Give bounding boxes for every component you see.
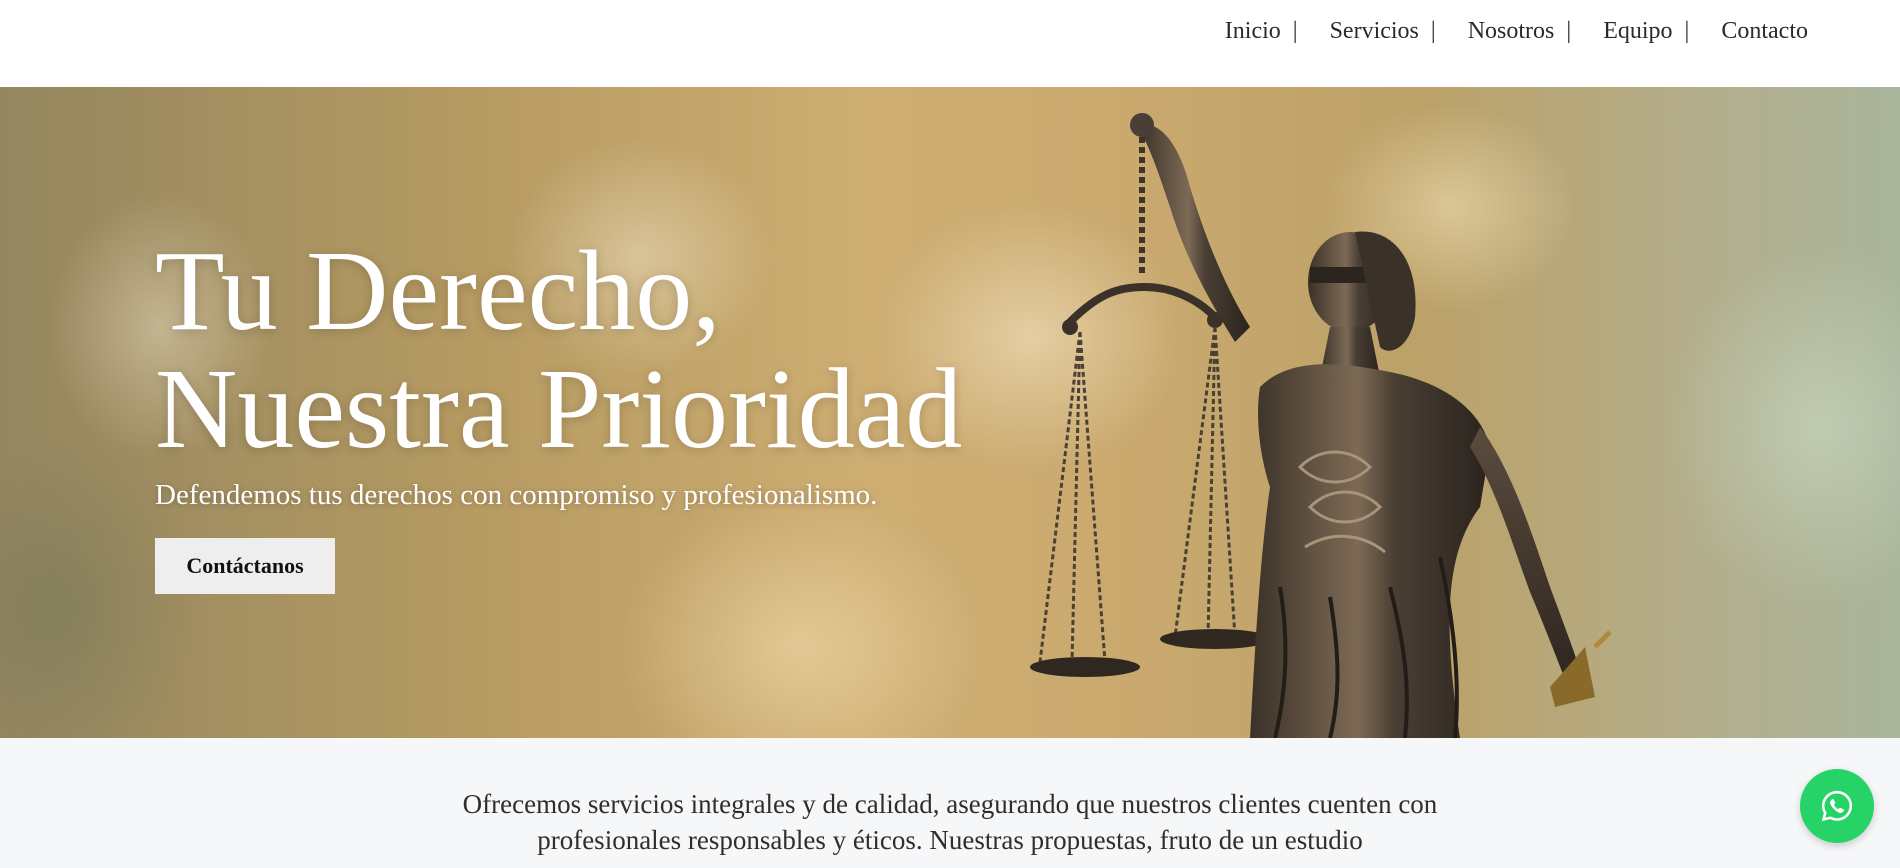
contact-us-button[interactable]: Contáctanos: [155, 538, 335, 594]
nav-separator: |: [1292, 18, 1298, 44]
nav-item-nosotros: Nosotros |: [1468, 18, 1603, 45]
nav-separator: |: [1684, 18, 1690, 44]
nav-item-servicios: Servicios |: [1330, 18, 1468, 45]
main-nav: Inicio | Servicios | Nosotros | Equipo |…: [1225, 18, 1808, 45]
site-header: Inicio | Servicios | Nosotros | Equipo |…: [0, 0, 1900, 87]
intro-paragraph: Ofrecemos servicios integrales y de cali…: [462, 789, 1438, 855]
intro-section: Ofrecemos servicios integrales y de cali…: [0, 738, 1900, 868]
hero-section: Tu Derecho, Nuestra Prioridad Defendemos…: [0, 87, 1900, 738]
nav-item-inicio: Inicio |: [1225, 18, 1330, 45]
nav-link-nosotros[interactable]: Nosotros: [1468, 18, 1555, 45]
hero-title-line-1: Tu Derecho,: [155, 227, 721, 354]
whatsapp-icon: [1821, 790, 1853, 822]
nav-link-equipo[interactable]: Equipo: [1603, 18, 1672, 45]
nav-separator: |: [1566, 18, 1572, 44]
nav-item-equipo: Equipo |: [1603, 18, 1721, 45]
whatsapp-button[interactable]: [1800, 769, 1874, 843]
nav-link-servicios[interactable]: Servicios: [1330, 18, 1419, 45]
nav-separator: |: [1430, 18, 1436, 44]
nav-link-inicio[interactable]: Inicio: [1225, 18, 1281, 45]
nav-item-contacto: Contacto: [1721, 18, 1808, 45]
nav-link-contacto[interactable]: Contacto: [1721, 18, 1808, 45]
hero-title-line-2: Nuestra Prioridad: [155, 345, 963, 472]
hero-title: Tu Derecho, Nuestra Prioridad: [155, 232, 1155, 468]
hero-subtitle: Defendemos tus derechos con compromiso y…: [155, 479, 878, 511]
